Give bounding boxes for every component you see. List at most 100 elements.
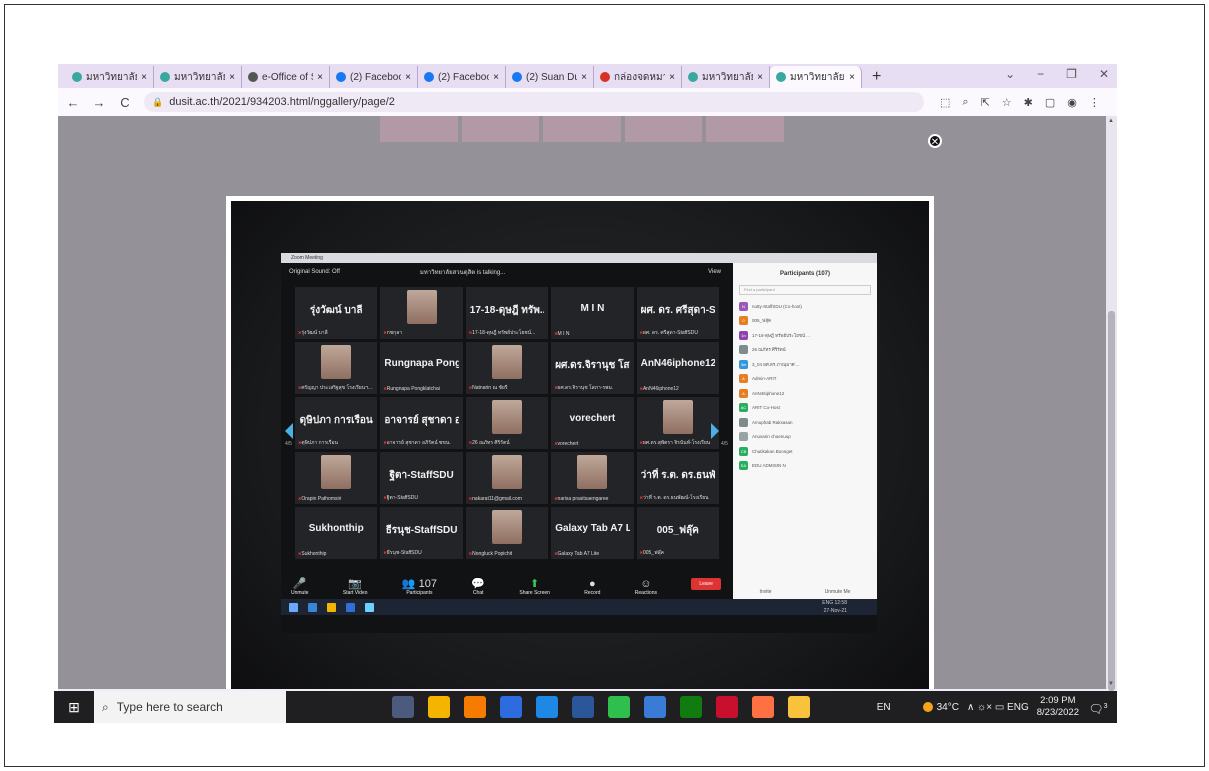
- reload-button[interactable]: C: [118, 95, 132, 110]
- taskbar-app-icon[interactable]: [392, 696, 414, 718]
- close-window-button[interactable]: ✕: [1099, 67, 1109, 81]
- zoom-icon[interactable]: ⌕: [962, 96, 968, 109]
- video-tile: กชกุลา: [380, 287, 463, 339]
- back-button[interactable]: ←: [66, 95, 80, 110]
- temperature: 34°C: [936, 701, 959, 713]
- video-tile: Natnarin ณ ชัยรี: [465, 342, 549, 394]
- taskbar-app-icon[interactable]: [536, 696, 558, 718]
- bookmark-star-icon[interactable]: ☆: [1002, 96, 1012, 109]
- scrollbar-thumb[interactable]: [1108, 311, 1115, 691]
- browser-tab[interactable]: มหาวิทยาลัยสวน ×: [66, 66, 154, 88]
- tile-name-label: M I N: [554, 331, 630, 337]
- notification-center-icon[interactable]: 🗨3: [1087, 696, 1109, 718]
- tile-name-label: Galaxy Tab A7 Lite: [554, 551, 630, 557]
- taskbar-app-icon[interactable]: [572, 696, 594, 718]
- close-tab-icon[interactable]: ×: [317, 72, 323, 83]
- tab-title: กล่องจดหมาย (: [614, 71, 665, 83]
- tile-display-name: Rungnapa Pong...: [384, 358, 459, 369]
- profile-icon[interactable]: ◉: [1067, 96, 1077, 109]
- taskbar-app-icon[interactable]: [644, 696, 666, 718]
- menu-icon[interactable]: ⋮: [1089, 96, 1100, 109]
- gallery-thumbnail[interactable]: [380, 116, 458, 142]
- translate-icon[interactable]: ⬚: [940, 96, 950, 109]
- notification-glyph: 🗨: [1088, 702, 1104, 716]
- tray-icons[interactable]: ∧ ☼× ▭ ENG: [967, 702, 1029, 713]
- new-tab-button[interactable]: +: [872, 68, 881, 86]
- scroll-down-arrow-icon[interactable]: ▼: [1108, 681, 1114, 687]
- zoom-window-title: Zoom Meeting: [281, 253, 877, 263]
- browser-tab[interactable]: (2) Facebook ×: [330, 66, 418, 88]
- browser-tab[interactable]: (2) Suan Dusit ×: [506, 66, 594, 88]
- taskbar-search[interactable]: ⌕ Type here to search: [94, 691, 286, 723]
- gallery-thumbnail[interactable]: [461, 116, 540, 142]
- close-tab-icon[interactable]: ×: [849, 72, 855, 83]
- browser-tab[interactable]: (2) Facebook ×: [418, 66, 506, 88]
- browser-tab[interactable]: มหาวิทยาลัยสวน ×: [770, 66, 862, 88]
- zoom-control: 💬 Chat: [471, 578, 485, 596]
- taskbar-app-icon[interactable]: [788, 696, 810, 718]
- extensions-icon[interactable]: ✱: [1024, 96, 1033, 109]
- video-tile: ธีรนุช-StaffSDU ธีรนุช-StaffSDU: [380, 507, 463, 559]
- video-tile: ผศ.ดร.จิรานุช โส... ผศ.ดร.จิรานุช โสภา-รพ…: [551, 342, 634, 394]
- start-button[interactable]: ⊞: [54, 699, 94, 716]
- minimize-button[interactable]: −: [1037, 67, 1044, 81]
- gallery-thumbnail[interactable]: [543, 116, 621, 142]
- tile-display-name: AnN46iphone12: [640, 358, 715, 369]
- browser-tab[interactable]: มหาวิทยาลัยสวน ×: [682, 66, 770, 88]
- close-tab-icon[interactable]: ×: [669, 72, 675, 83]
- scroll-up-arrow-icon[interactable]: ▲: [1108, 118, 1114, 124]
- tile-name-label: ผศ.ดร.จิรานุช โสภา-รพม.: [554, 384, 630, 392]
- close-tab-icon[interactable]: ×: [405, 72, 411, 83]
- browser-tab[interactable]: e-Office of Su ×: [242, 66, 330, 88]
- tile-name-label: ธีรนุช-StaffSDU: [383, 549, 459, 557]
- close-tab-icon[interactable]: ×: [229, 72, 235, 83]
- close-tab-icon[interactable]: ×: [141, 72, 147, 83]
- zoom-meeting-screen: Zoom Meeting Original Sound: Off มหาวิทย…: [281, 253, 877, 633]
- taskbar-app-icon[interactable]: [500, 696, 522, 718]
- participant-name: ARIT Co-Host: [752, 405, 780, 411]
- participant-row: A Admin-ARIT: [733, 372, 877, 387]
- close-tab-icon[interactable]: ×: [757, 72, 763, 83]
- close-tab-icon[interactable]: ×: [581, 72, 587, 83]
- tile-name-label: nakarat11@gmail.com: [469, 496, 545, 502]
- participant-video: [491, 455, 522, 489]
- tile-name-label: ฐิตา-StaffSDU: [383, 494, 459, 502]
- share-icon[interactable]: ⇱: [981, 96, 990, 109]
- tab-search-button[interactable]: ⌄: [1005, 67, 1015, 81]
- participant-video: [491, 400, 522, 434]
- close-tab-icon[interactable]: ×: [493, 72, 499, 83]
- taskbar-app-icon[interactable]: [680, 696, 702, 718]
- forward-button[interactable]: →: [92, 95, 106, 110]
- taskbar-app-icon[interactable]: [608, 696, 630, 718]
- page-scrollbar[interactable]: ▲ ▼: [1106, 116, 1117, 691]
- participant-avatar: AC: [739, 403, 748, 413]
- participant-name: Chutikakan Boonget: [752, 448, 793, 454]
- video-tile: อาจารย์ สุชาดา อ... อาจารย์ สุชาดา อภิรัต…: [380, 397, 463, 449]
- participant-row: Nnutty-StaffSDU (Co-host): [733, 299, 877, 314]
- video-tile: vorechert vorechert: [551, 397, 634, 449]
- next-page-arrow-icon: [711, 423, 719, 439]
- zoom-control-icon: 💬: [471, 578, 486, 590]
- gallery-thumbnail[interactable]: [706, 116, 784, 142]
- taskbar-app-icon[interactable]: [752, 696, 774, 718]
- zoom-top-bar: Original Sound: Off มหาวิทยาลัยสวนดุสิต …: [281, 263, 731, 281]
- close-lightbox-button[interactable]: ✕: [928, 134, 942, 148]
- address-bar[interactable]: 🔒 dusit.ac.th/2021/934203.html/nggallery…: [144, 92, 924, 112]
- taskbar-app-icon[interactable]: [464, 696, 486, 718]
- weather-widget[interactable]: 34°C: [922, 701, 959, 713]
- browser-tab[interactable]: กล่องจดหมาย ( ×: [594, 66, 682, 88]
- input-language[interactable]: EN: [877, 702, 891, 713]
- sidepanel-icon[interactable]: ▢: [1045, 96, 1055, 109]
- participant-name: 3_04 ผศ.ดร.ภาณุมาศ ...: [752, 361, 800, 367]
- restore-button[interactable]: ❐: [1066, 67, 1077, 81]
- tab-favicon-icon: [336, 72, 346, 82]
- taskbar-app-icon[interactable]: [428, 696, 450, 718]
- tile-display-name: vorechert: [569, 413, 616, 424]
- taskbar-clock[interactable]: 2:09 PM 8/23/2022: [1037, 695, 1079, 719]
- taskbar-app-icon[interactable]: [716, 696, 738, 718]
- video-tile: narisa prasitsaengaree: [551, 452, 634, 504]
- clock-time: 2:09 PM: [1040, 695, 1076, 706]
- zoom-control-label: Participants: [406, 590, 433, 596]
- browser-tab[interactable]: มหาวิทยาลัยสวน ×: [154, 66, 242, 88]
- gallery-thumbnail[interactable]: [624, 116, 703, 142]
